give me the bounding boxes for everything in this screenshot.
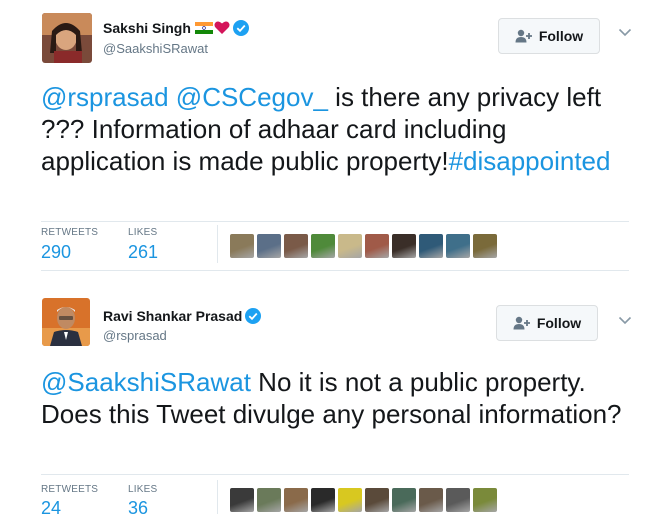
- tweet-1: Sakshi Singh @SaakshiSRawat Follow @rspr…: [0, 0, 670, 282]
- author-name-text[interactable]: Sakshi Singh: [103, 20, 191, 36]
- liker-avatar[interactable]: [284, 488, 308, 512]
- liker-avatar[interactable]: [257, 488, 281, 512]
- follow-button-label: Follow: [538, 28, 584, 44]
- mention-link[interactable]: @rsprasad: [41, 82, 169, 112]
- liker-avatar[interactable]: [419, 488, 443, 512]
- liker-avatar[interactable]: [446, 234, 470, 258]
- follow-button[interactable]: Follow: [498, 18, 600, 54]
- india-flag-icon: [194, 22, 213, 34]
- tweet-2: Ravi Shankar Prasad @rsprasad Follow @Sa…: [0, 284, 670, 521]
- hashtag-link[interactable]: #disappointed: [449, 146, 611, 176]
- mention-link[interactable]: @CSCegov_: [176, 82, 328, 112]
- liker-avatar[interactable]: [365, 234, 389, 258]
- likes-count[interactable]: 36: [128, 498, 148, 519]
- retweets-label: RETWEETS: [41, 227, 99, 238]
- author-name[interactable]: Sakshi Singh: [103, 20, 249, 36]
- avatar[interactable]: [42, 13, 92, 63]
- liker-avatar[interactable]: [473, 234, 497, 258]
- stats-separator: [217, 480, 218, 514]
- chevron-down-icon[interactable]: [618, 316, 632, 325]
- verified-badge-icon: [245, 308, 262, 324]
- chevron-down-icon[interactable]: [618, 28, 632, 37]
- liker-avatar[interactable]: [311, 234, 335, 258]
- tweet-text: @SaakshiSRawat No it is not a public pro…: [41, 366, 631, 430]
- text-segment: [169, 82, 176, 112]
- stats-separator: [217, 225, 218, 263]
- retweets-count[interactable]: 290: [41, 242, 71, 263]
- tweet-text: @rsprasad @CSCegov_ is there any privacy…: [41, 81, 631, 177]
- liker-avatars: [230, 234, 497, 258]
- likes-count[interactable]: 261: [128, 242, 158, 263]
- liker-avatar[interactable]: [473, 488, 497, 512]
- author-name-text[interactable]: Ravi Shankar Prasad: [103, 308, 242, 324]
- author-handle[interactable]: @rsprasad: [103, 328, 167, 343]
- retweets-label: RETWEETS: [41, 484, 99, 495]
- liker-avatar[interactable]: [338, 488, 362, 512]
- liker-avatar[interactable]: [446, 488, 470, 512]
- author-name[interactable]: Ravi Shankar Prasad: [103, 308, 262, 324]
- follow-button-label: Follow: [536, 315, 582, 331]
- add-user-icon: [513, 316, 530, 330]
- liker-avatar[interactable]: [311, 488, 335, 512]
- liker-avatar[interactable]: [365, 488, 389, 512]
- liker-avatar[interactable]: [419, 234, 443, 258]
- red-heart-icon: [214, 21, 230, 34]
- avatar[interactable]: [42, 298, 90, 346]
- liker-avatar[interactable]: [230, 488, 254, 512]
- mention-link[interactable]: @SaakshiSRawat: [41, 367, 251, 397]
- liker-avatar[interactable]: [284, 234, 308, 258]
- follow-button[interactable]: Follow: [496, 305, 598, 341]
- liker-avatar[interactable]: [392, 488, 416, 512]
- divider: [41, 474, 629, 475]
- liker-avatar[interactable]: [257, 234, 281, 258]
- retweets-count[interactable]: 24: [41, 498, 61, 519]
- likes-label: LIKES: [128, 484, 158, 495]
- divider: [41, 270, 629, 271]
- add-user-icon: [515, 29, 532, 43]
- divider: [41, 221, 629, 222]
- liker-avatar[interactable]: [338, 234, 362, 258]
- author-handle[interactable]: @SaakshiSRawat: [103, 41, 208, 56]
- likes-label: LIKES: [128, 227, 158, 238]
- liker-avatars: [230, 488, 497, 512]
- verified-badge-icon: [232, 20, 249, 36]
- liker-avatar[interactable]: [230, 234, 254, 258]
- liker-avatar[interactable]: [392, 234, 416, 258]
